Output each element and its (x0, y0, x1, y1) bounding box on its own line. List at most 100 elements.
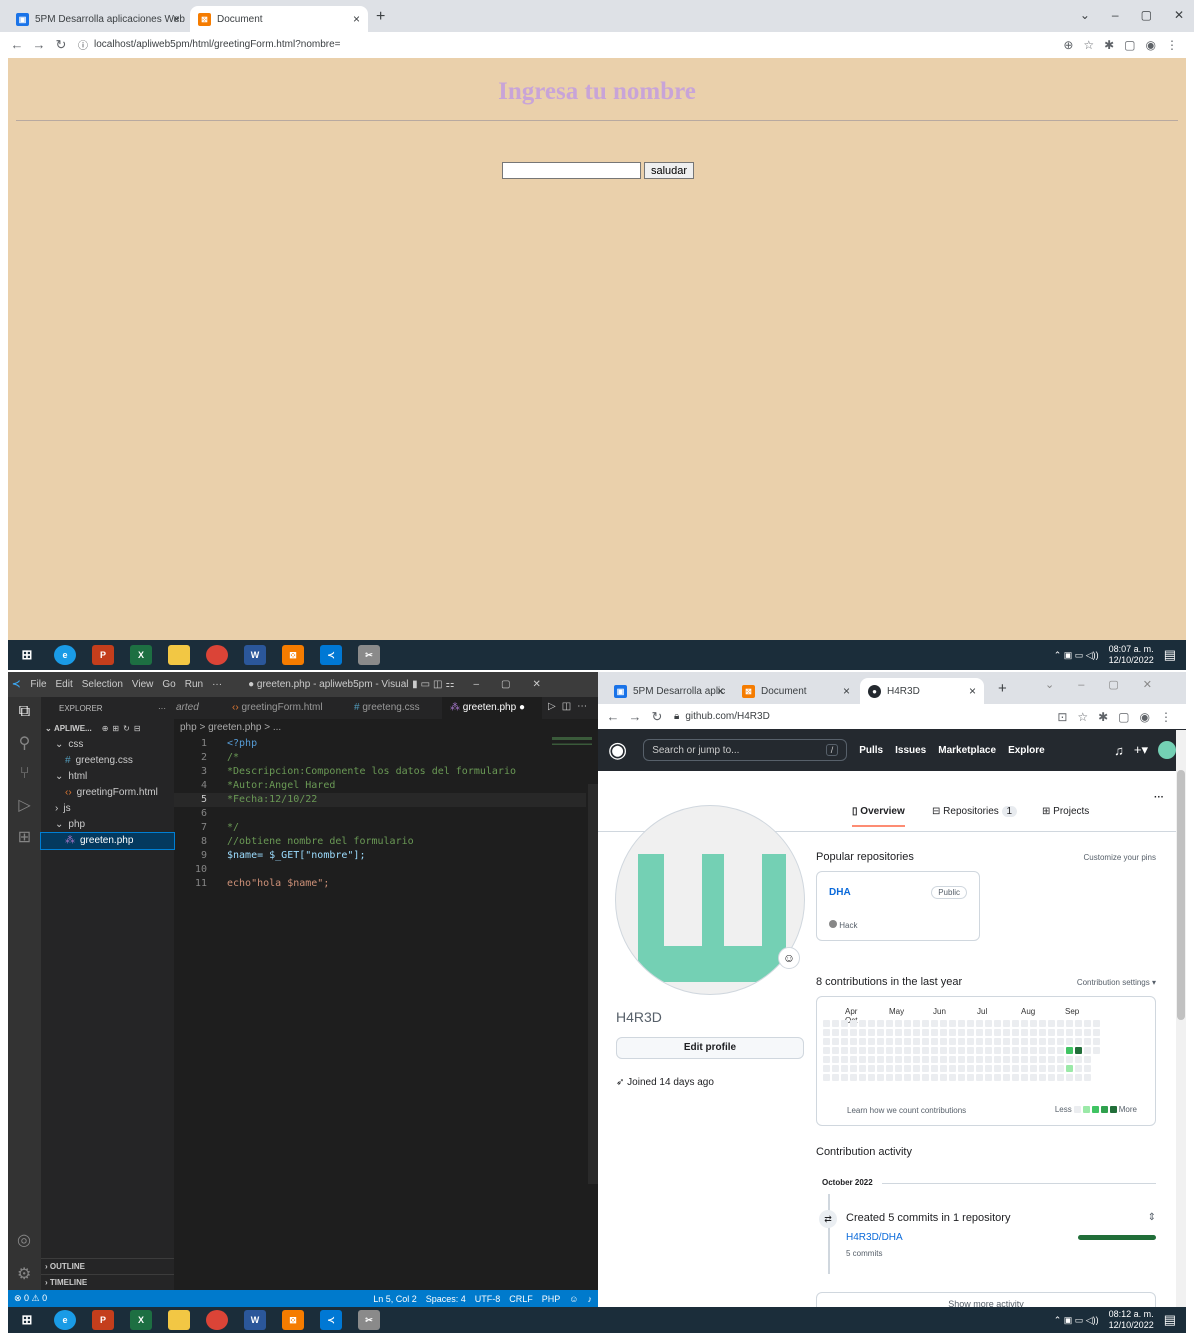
indentation[interactable]: Spaces: 4 (426, 1294, 466, 1304)
contribution-cell[interactable] (940, 1065, 947, 1072)
close-tab-icon[interactable]: × (843, 684, 850, 698)
contribution-cell[interactable] (877, 1038, 884, 1045)
problems-indicator[interactable]: ⊗ 0 ⚠ 0 (14, 1293, 47, 1304)
word-icon[interactable]: W (244, 1310, 266, 1330)
more-options[interactable]: ··· (1154, 792, 1164, 803)
contribution-cell[interactable] (886, 1047, 893, 1054)
powerpoint-icon[interactable]: P (92, 645, 114, 665)
contribution-cell[interactable] (913, 1047, 920, 1054)
contribution-cell[interactable] (904, 1056, 911, 1063)
contribution-cell[interactable] (1039, 1047, 1046, 1054)
contribution-cell[interactable] (886, 1065, 893, 1072)
contribution-cell[interactable] (994, 1065, 1001, 1072)
line-ending[interactable]: CRLF (509, 1294, 533, 1304)
tab-document[interactable]: ⊠ Document × (734, 678, 858, 704)
contribution-cell[interactable] (1093, 1020, 1100, 1027)
tab-greetingform[interactable]: ‹› greetingForm.html (222, 697, 344, 719)
contribution-cell[interactable] (1003, 1047, 1010, 1054)
contribution-cell[interactable] (859, 1047, 866, 1054)
contribution-cell[interactable] (859, 1065, 866, 1072)
contribution-cell[interactable] (868, 1065, 875, 1072)
contribution-cell[interactable] (958, 1065, 965, 1072)
contribution-cell[interactable] (1084, 1056, 1091, 1063)
reload-icon[interactable]: ↻ (646, 709, 668, 725)
show-more-button[interactable]: Show more activity (816, 1292, 1156, 1307)
contribution-cell[interactable] (1057, 1065, 1064, 1072)
contribution-cell[interactable] (1003, 1056, 1010, 1063)
chrome-icon[interactable] (206, 645, 228, 665)
file-explorer-icon[interactable] (168, 1310, 190, 1330)
code-editor[interactable]: 1 <?php 2 /* 3 *Descripcion:Componente los da… (174, 737, 592, 1290)
more-actions-icon[interactable]: ··· (158, 704, 166, 713)
contribution-cell[interactable] (913, 1029, 920, 1036)
word-icon[interactable]: W (244, 645, 266, 665)
contribution-cell[interactable] (1012, 1029, 1019, 1036)
contribution-cell[interactable] (1012, 1056, 1019, 1063)
contribution-cell[interactable] (994, 1047, 1001, 1054)
contribution-cell[interactable] (967, 1029, 974, 1036)
notifications-bell-icon[interactable]: ♫ (1114, 743, 1124, 758)
contribution-cell[interactable] (1003, 1074, 1010, 1081)
contribution-cell[interactable] (832, 1065, 839, 1072)
cursor-position[interactable]: Ln 5, Col 2 (373, 1294, 417, 1304)
tree-item[interactable]: ‹› greetingForm.html (41, 785, 174, 801)
contribution-cell[interactable] (922, 1038, 929, 1045)
contribution-cell[interactable] (958, 1029, 965, 1036)
contribution-cell[interactable] (994, 1038, 1001, 1045)
contribution-cell[interactable] (877, 1056, 884, 1063)
contribution-cell[interactable] (832, 1056, 839, 1063)
timeline-section[interactable]: › TIMELINE (41, 1274, 174, 1290)
contribution-cell[interactable] (985, 1020, 992, 1027)
language-mode[interactable]: PHP (542, 1294, 561, 1304)
contribution-cell[interactable] (931, 1029, 938, 1036)
vscode-window-controls[interactable]: –▢✕ (473, 679, 562, 690)
contrib-settings[interactable]: Contribution settings ▾ (1077, 978, 1156, 987)
contribution-cell[interactable] (868, 1047, 875, 1054)
contribution-cell[interactable] (1039, 1020, 1046, 1027)
contribution-cell[interactable] (913, 1038, 920, 1045)
extensions-icon[interactable]: ⊞ (8, 827, 41, 847)
profile-avatar[interactable] (615, 805, 805, 995)
contribution-cell[interactable] (1030, 1056, 1037, 1063)
contribution-cell[interactable] (1048, 1056, 1055, 1063)
contribution-cell[interactable] (967, 1020, 974, 1027)
feedback-icon[interactable]: ☺ (569, 1294, 578, 1304)
contribution-cell[interactable] (913, 1056, 920, 1063)
contribution-cell[interactable] (1039, 1074, 1046, 1081)
close-window-button[interactable]: ✕ (1174, 8, 1184, 22)
contribution-cell[interactable] (1030, 1038, 1037, 1045)
contribution-cell[interactable] (1012, 1047, 1019, 1054)
contribution-cell[interactable] (913, 1065, 920, 1072)
manage-gear-icon[interactable]: ⚙ (17, 1264, 31, 1284)
contribution-cell[interactable] (922, 1029, 929, 1036)
contribution-cell[interactable] (895, 1029, 902, 1036)
back-icon[interactable]: ← (602, 709, 624, 724)
contribution-cell[interactable] (850, 1038, 857, 1045)
close-tab-icon[interactable]: × (969, 684, 976, 698)
tab-web-course[interactable]: ▣ 5PM Desarrolla aplicaciones Web × (8, 6, 188, 32)
contribution-cell[interactable] (1084, 1029, 1091, 1036)
contribution-cell[interactable] (1084, 1020, 1091, 1027)
contribution-cell[interactable] (994, 1029, 1001, 1036)
contribution-cell[interactable] (859, 1020, 866, 1027)
tree-item[interactable]: ⁂ greeten.php (40, 832, 175, 850)
contribution-cell[interactable] (850, 1047, 857, 1054)
run-debug-icon[interactable]: ▷ (8, 795, 41, 815)
contribution-cell[interactable] (1030, 1074, 1037, 1081)
contribution-cell[interactable] (1057, 1056, 1064, 1063)
contribution-cell[interactable] (913, 1074, 920, 1081)
contribution-cell[interactable] (886, 1056, 893, 1063)
contribution-cell[interactable] (1021, 1038, 1028, 1045)
contribution-cell[interactable] (949, 1020, 956, 1027)
name-input[interactable] (502, 162, 641, 179)
contribution-cell[interactable] (823, 1020, 830, 1027)
contribution-cell[interactable] (868, 1074, 875, 1081)
contribution-cell[interactable] (877, 1020, 884, 1027)
edge-icon[interactable]: e (54, 645, 76, 665)
tab-overview[interactable]: ▯ Overview (852, 806, 905, 827)
reload-icon[interactable]: ↻ (50, 37, 72, 53)
contribution-cell[interactable] (823, 1047, 830, 1054)
maximize-button[interactable]: ▢ (1141, 8, 1152, 22)
contribution-cell[interactable] (1012, 1020, 1019, 1027)
tree-item[interactable]: # greeteng.css (41, 753, 174, 769)
